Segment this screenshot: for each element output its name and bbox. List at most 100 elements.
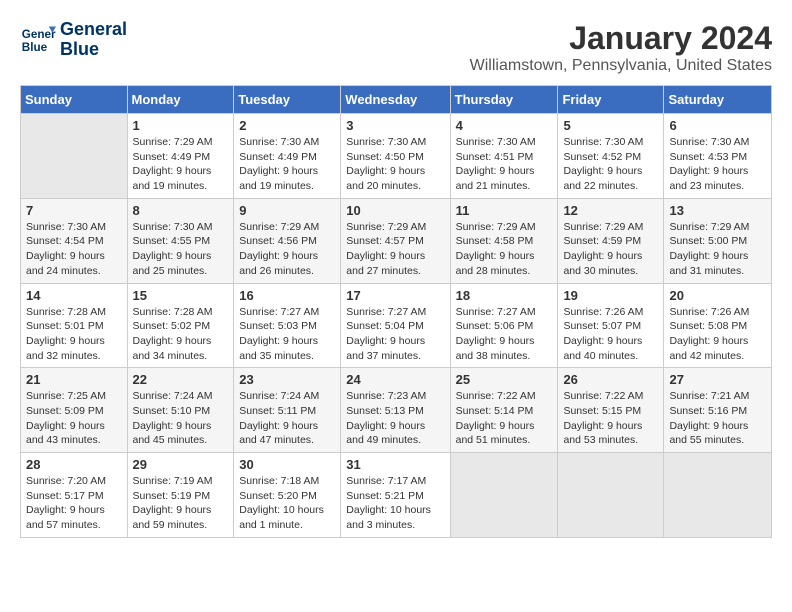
day-info: Sunrise: 7:29 AMSunset: 4:58 PMDaylight:… <box>456 220 553 279</box>
day-number: 30 <box>239 457 335 472</box>
week-row-4: 21 Sunrise: 7:25 AMSunset: 5:09 PMDaylig… <box>21 368 772 453</box>
day-number: 22 <box>133 372 229 387</box>
day-number: 7 <box>26 203 122 218</box>
page-header: General Blue General Blue January 2024 W… <box>20 20 772 75</box>
day-number: 12 <box>563 203 658 218</box>
day-cell: 25 Sunrise: 7:22 AMSunset: 5:14 PMDaylig… <box>450 368 558 453</box>
day-cell: 14 Sunrise: 7:28 AMSunset: 5:01 PMDaylig… <box>21 283 128 368</box>
day-number: 5 <box>563 118 658 133</box>
day-info: Sunrise: 7:30 AMSunset: 4:55 PMDaylight:… <box>133 220 229 279</box>
header-cell-wednesday: Wednesday <box>341 86 450 114</box>
day-info: Sunrise: 7:19 AMSunset: 5:19 PMDaylight:… <box>133 474 229 533</box>
day-info: Sunrise: 7:30 AMSunset: 4:49 PMDaylight:… <box>239 135 335 194</box>
month-title: January 2024 <box>470 20 772 57</box>
day-info: Sunrise: 7:23 AMSunset: 5:13 PMDaylight:… <box>346 389 444 448</box>
day-number: 15 <box>133 288 229 303</box>
title-area: January 2024 Williamstown, Pennsylvania,… <box>470 20 772 75</box>
day-info: Sunrise: 7:30 AMSunset: 4:52 PMDaylight:… <box>563 135 658 194</box>
header-cell-thursday: Thursday <box>450 86 558 114</box>
day-number: 29 <box>133 457 229 472</box>
day-cell: 19 Sunrise: 7:26 AMSunset: 5:07 PMDaylig… <box>558 283 664 368</box>
day-cell <box>664 453 772 538</box>
header-cell-sunday: Sunday <box>21 86 128 114</box>
day-number: 10 <box>346 203 444 218</box>
day-number: 24 <box>346 372 444 387</box>
day-cell: 7 Sunrise: 7:30 AMSunset: 4:54 PMDayligh… <box>21 198 128 283</box>
day-cell: 2 Sunrise: 7:30 AMSunset: 4:49 PMDayligh… <box>234 114 341 199</box>
day-cell: 18 Sunrise: 7:27 AMSunset: 5:06 PMDaylig… <box>450 283 558 368</box>
day-cell: 1 Sunrise: 7:29 AMSunset: 4:49 PMDayligh… <box>127 114 234 199</box>
day-info: Sunrise: 7:24 AMSunset: 5:10 PMDaylight:… <box>133 389 229 448</box>
day-cell: 13 Sunrise: 7:29 AMSunset: 5:00 PMDaylig… <box>664 198 772 283</box>
day-number: 20 <box>669 288 766 303</box>
day-cell: 11 Sunrise: 7:29 AMSunset: 4:58 PMDaylig… <box>450 198 558 283</box>
day-cell: 20 Sunrise: 7:26 AMSunset: 5:08 PMDaylig… <box>664 283 772 368</box>
day-cell: 17 Sunrise: 7:27 AMSunset: 5:04 PMDaylig… <box>341 283 450 368</box>
day-cell: 12 Sunrise: 7:29 AMSunset: 4:59 PMDaylig… <box>558 198 664 283</box>
day-number: 19 <box>563 288 658 303</box>
location: Williamstown, Pennsylvania, United State… <box>470 57 772 75</box>
day-number: 31 <box>346 457 444 472</box>
day-info: Sunrise: 7:25 AMSunset: 5:09 PMDaylight:… <box>26 389 122 448</box>
day-cell: 21 Sunrise: 7:25 AMSunset: 5:09 PMDaylig… <box>21 368 128 453</box>
calendar-body: 1 Sunrise: 7:29 AMSunset: 4:49 PMDayligh… <box>21 114 772 538</box>
day-info: Sunrise: 7:30 AMSunset: 4:53 PMDaylight:… <box>669 135 766 194</box>
day-cell: 3 Sunrise: 7:30 AMSunset: 4:50 PMDayligh… <box>341 114 450 199</box>
calendar-table: SundayMondayTuesdayWednesdayThursdayFrid… <box>20 85 772 538</box>
day-number: 8 <box>133 203 229 218</box>
logo-text: General Blue <box>60 20 127 60</box>
day-info: Sunrise: 7:22 AMSunset: 5:14 PMDaylight:… <box>456 389 553 448</box>
day-number: 25 <box>456 372 553 387</box>
day-info: Sunrise: 7:29 AMSunset: 5:00 PMDaylight:… <box>669 220 766 279</box>
day-number: 11 <box>456 203 553 218</box>
day-number: 17 <box>346 288 444 303</box>
day-cell: 23 Sunrise: 7:24 AMSunset: 5:11 PMDaylig… <box>234 368 341 453</box>
day-number: 18 <box>456 288 553 303</box>
header-cell-tuesday: Tuesday <box>234 86 341 114</box>
day-number: 9 <box>239 203 335 218</box>
calendar-header: SundayMondayTuesdayWednesdayThursdayFrid… <box>21 86 772 114</box>
day-number: 28 <box>26 457 122 472</box>
header-cell-saturday: Saturday <box>664 86 772 114</box>
week-row-2: 7 Sunrise: 7:30 AMSunset: 4:54 PMDayligh… <box>21 198 772 283</box>
day-info: Sunrise: 7:30 AMSunset: 4:54 PMDaylight:… <box>26 220 122 279</box>
day-cell: 5 Sunrise: 7:30 AMSunset: 4:52 PMDayligh… <box>558 114 664 199</box>
day-info: Sunrise: 7:29 AMSunset: 4:49 PMDaylight:… <box>133 135 229 194</box>
day-number: 1 <box>133 118 229 133</box>
header-cell-friday: Friday <box>558 86 664 114</box>
week-row-5: 28 Sunrise: 7:20 AMSunset: 5:17 PMDaylig… <box>21 453 772 538</box>
day-cell: 9 Sunrise: 7:29 AMSunset: 4:56 PMDayligh… <box>234 198 341 283</box>
day-number: 6 <box>669 118 766 133</box>
day-cell: 26 Sunrise: 7:22 AMSunset: 5:15 PMDaylig… <box>558 368 664 453</box>
day-cell: 22 Sunrise: 7:24 AMSunset: 5:10 PMDaylig… <box>127 368 234 453</box>
day-number: 14 <box>26 288 122 303</box>
day-info: Sunrise: 7:30 AMSunset: 4:51 PMDaylight:… <box>456 135 553 194</box>
day-number: 3 <box>346 118 444 133</box>
day-info: Sunrise: 7:29 AMSunset: 4:59 PMDaylight:… <box>563 220 658 279</box>
day-info: Sunrise: 7:27 AMSunset: 5:04 PMDaylight:… <box>346 305 444 364</box>
day-info: Sunrise: 7:27 AMSunset: 5:03 PMDaylight:… <box>239 305 335 364</box>
day-info: Sunrise: 7:28 AMSunset: 5:01 PMDaylight:… <box>26 305 122 364</box>
day-cell: 28 Sunrise: 7:20 AMSunset: 5:17 PMDaylig… <box>21 453 128 538</box>
day-number: 23 <box>239 372 335 387</box>
day-info: Sunrise: 7:26 AMSunset: 5:08 PMDaylight:… <box>669 305 766 364</box>
day-info: Sunrise: 7:21 AMSunset: 5:16 PMDaylight:… <box>669 389 766 448</box>
day-cell: 27 Sunrise: 7:21 AMSunset: 5:16 PMDaylig… <box>664 368 772 453</box>
day-cell: 30 Sunrise: 7:18 AMSunset: 5:20 PMDaylig… <box>234 453 341 538</box>
day-info: Sunrise: 7:30 AMSunset: 4:50 PMDaylight:… <box>346 135 444 194</box>
day-cell: 31 Sunrise: 7:17 AMSunset: 5:21 PMDaylig… <box>341 453 450 538</box>
day-number: 2 <box>239 118 335 133</box>
day-number: 27 <box>669 372 766 387</box>
header-row: SundayMondayTuesdayWednesdayThursdayFrid… <box>21 86 772 114</box>
day-number: 4 <box>456 118 553 133</box>
day-cell <box>450 453 558 538</box>
day-info: Sunrise: 7:29 AMSunset: 4:57 PMDaylight:… <box>346 220 444 279</box>
header-cell-monday: Monday <box>127 86 234 114</box>
day-info: Sunrise: 7:27 AMSunset: 5:06 PMDaylight:… <box>456 305 553 364</box>
day-cell: 4 Sunrise: 7:30 AMSunset: 4:51 PMDayligh… <box>450 114 558 199</box>
logo-icon: General Blue <box>20 22 56 58</box>
day-info: Sunrise: 7:24 AMSunset: 5:11 PMDaylight:… <box>239 389 335 448</box>
day-cell <box>21 114 128 199</box>
day-number: 26 <box>563 372 658 387</box>
day-info: Sunrise: 7:22 AMSunset: 5:15 PMDaylight:… <box>563 389 658 448</box>
